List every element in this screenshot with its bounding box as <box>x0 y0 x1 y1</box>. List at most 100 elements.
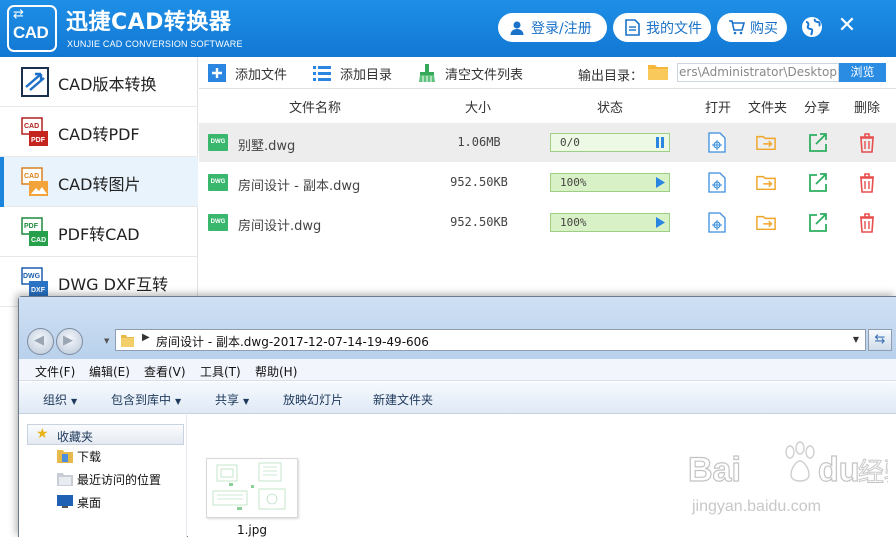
col-status: 状态 <box>597 101 624 116</box>
explorer-frame: ◀ ▶ ▼ ▶ 房间设计 - 副本.dwg-2017-12-07-14-19-4… <box>19 297 896 359</box>
back-button[interactable]: ◀ <box>27 328 54 355</box>
add-folder-button[interactable]: 添加目录 <box>313 63 392 83</box>
login-button[interactable]: 登录/注册 <box>498 13 607 42</box>
navigation-pane: ★ 收藏夹 下载 最近访问的位置 桌面 <box>19 415 187 537</box>
nav-item-label: 最近访问的位置 <box>77 473 162 487</box>
share-icon[interactable] <box>808 212 828 233</box>
table-row[interactable]: DWG 别墅.dwg 1.06MB 0/0 <box>199 123 896 162</box>
plus-icon <box>208 64 226 82</box>
desktop-icon <box>57 495 73 508</box>
file-size: 1.06MB <box>457 135 501 149</box>
user-icon <box>508 19 526 37</box>
share-with-label: 共享 <box>215 393 240 407</box>
open-folder-icon[interactable] <box>756 212 776 233</box>
menu-tools[interactable]: 工具(T) <box>200 363 241 380</box>
refresh-icon: ⇆ <box>874 332 886 347</box>
title-bar: ⇄ CAD 迅捷CAD转换器 XUNJIE CAD CONVERSION SOF… <box>0 0 896 57</box>
watermark-brand: Bai <box>688 451 741 489</box>
cad-to-pdf-icon: CAD PDF <box>21 117 48 146</box>
forward-button[interactable]: ▶ <box>56 328 83 355</box>
table-row[interactable]: DWG 房间设计.dwg 952.50KB 100% <box>199 203 896 242</box>
menu-view[interactable]: 查看(V) <box>144 363 186 380</box>
open-folder-icon[interactable] <box>756 172 776 193</box>
open-file-icon[interactable] <box>707 212 727 233</box>
share-with-button[interactable]: 共享 ▼ <box>215 391 249 408</box>
status-text: 0/0 <box>560 136 580 149</box>
cart-icon <box>727 19 745 37</box>
open-file-icon[interactable] <box>707 132 727 153</box>
play-icon[interactable] <box>654 216 666 229</box>
trash-icon[interactable] <box>857 172 877 193</box>
history-dropdown-icon[interactable]: ▼ <box>104 337 109 345</box>
address-bar[interactable]: ▶ 房间设计 - 副本.dwg-2017-12-07-14-19-49-606 … <box>115 329 866 351</box>
share-icon[interactable] <box>808 172 828 193</box>
include-in-library-button[interactable]: 包含到库中 ▼ <box>111 391 181 408</box>
sidebar-item-cad-version[interactable]: CAD版本转换 <box>0 57 198 107</box>
file-thumbnail[interactable] <box>206 458 298 518</box>
nav-item-label: 下载 <box>77 450 102 464</box>
address-dropdown-icon[interactable]: ▼ <box>853 335 859 344</box>
watermark-url: jingyan.baidu.com <box>691 498 821 515</box>
baidu-jingyan-watermark: Bai du 经验 jingyan.baidu.com <box>688 441 888 515</box>
favorites-header[interactable]: ★ 收藏夹 <box>27 424 184 445</box>
open-folder-icon[interactable] <box>756 132 776 153</box>
login-label: 登录/注册 <box>531 20 592 37</box>
trash-icon[interactable] <box>857 132 877 153</box>
refresh-button[interactable]: ⇆ <box>868 329 892 351</box>
new-folder-button[interactable]: 新建文件夹 <box>373 391 433 408</box>
buy-button[interactable]: 购买 <box>717 13 787 42</box>
add-folder-label: 添加目录 <box>340 67 393 83</box>
col-folder: 文件夹 <box>748 101 788 116</box>
sidebar-item-label: PDF转CAD <box>58 225 140 244</box>
pause-icon[interactable] <box>654 136 666 149</box>
cad-version-convert-icon <box>21 67 49 97</box>
back-arrow-icon: ◀ <box>34 333 44 348</box>
close-icon[interactable]: ✕ <box>836 13 858 39</box>
progress-bar: 0/0 <box>550 133 670 152</box>
app-logo: ⇄ CAD <box>7 5 57 52</box>
breadcrumb-separator-icon: ▶ <box>142 332 150 343</box>
menu-bar: 文件(F) 编辑(E) 查看(V) 工具(T) 帮助(H) <box>19 359 896 381</box>
downloads-folder-icon <box>57 450 73 463</box>
menu-file[interactable]: 文件(F) <box>35 363 75 380</box>
command-bar: 组织 ▼ 包含到库中 ▼ 共享 ▼ 放映幻灯片 新建文件夹 <box>19 382 896 414</box>
organize-button[interactable]: 组织 ▼ <box>43 391 77 408</box>
sidebar-item-cad-to-pdf[interactable]: CAD PDF CAD转PDF <box>0 107 198 157</box>
app-window: ⇄ CAD 迅捷CAD转换器 XUNJIE CAD CONVERSION SOF… <box>0 0 896 537</box>
sidebar-item-label: CAD转图片 <box>58 175 141 194</box>
watermark-brand-2: du <box>818 451 860 489</box>
menu-help[interactable]: 帮助(H) <box>255 363 297 380</box>
output-dir-label: 输出目录： <box>578 69 644 84</box>
menu-edit[interactable]: 编辑(E) <box>89 363 130 380</box>
table-row[interactable]: DWG 房间设计 - 副本.dwg 952.50KB 100% <box>199 163 896 202</box>
sidebar-item-cad-to-image[interactable]: CAD CAD转图片 <box>0 157 198 207</box>
my-files-button[interactable]: 我的文件 <box>613 13 711 42</box>
open-file-icon[interactable] <box>707 172 727 193</box>
col-open: 打开 <box>705 101 732 116</box>
sidebar-item-label: CAD转PDF <box>58 125 140 144</box>
sidebar-item-pdf-to-cad[interactable]: PDF CAD PDF转CAD <box>0 207 198 257</box>
svg-text:DWG: DWG <box>23 273 41 280</box>
svg-text:PDF: PDF <box>31 137 46 144</box>
svg-text:CAD: CAD <box>24 123 39 130</box>
star-icon: ★ <box>36 426 49 442</box>
folder-icon[interactable] <box>648 63 668 80</box>
trash-icon[interactable] <box>857 212 877 233</box>
clear-list-button[interactable]: 清空文件列表 <box>418 63 523 83</box>
file-icon <box>623 19 641 37</box>
output-path-field[interactable]: ers\Administrator\Desktop <box>677 63 839 82</box>
clear-list-label: 清空文件列表 <box>445 67 524 83</box>
nav-item-label: 桌面 <box>77 496 102 510</box>
browse-button[interactable]: 浏览 <box>839 63 886 82</box>
play-icon[interactable] <box>654 176 666 189</box>
cad-to-image-icon: CAD <box>21 167 48 196</box>
file-name-label[interactable]: 1.jpg <box>206 523 298 537</box>
progress-bar: 100% <box>550 173 670 192</box>
logo-text: CAD <box>13 23 49 42</box>
share-icon[interactable] <box>808 132 828 153</box>
add-file-button[interactable]: 添加文件 <box>208 63 287 83</box>
globe-icon[interactable] <box>800 15 824 39</box>
svg-text:PDF: PDF <box>24 223 39 230</box>
slideshow-button[interactable]: 放映幻灯片 <box>283 391 343 408</box>
file-name: 房间设计 - 副本.dwg <box>238 179 361 194</box>
